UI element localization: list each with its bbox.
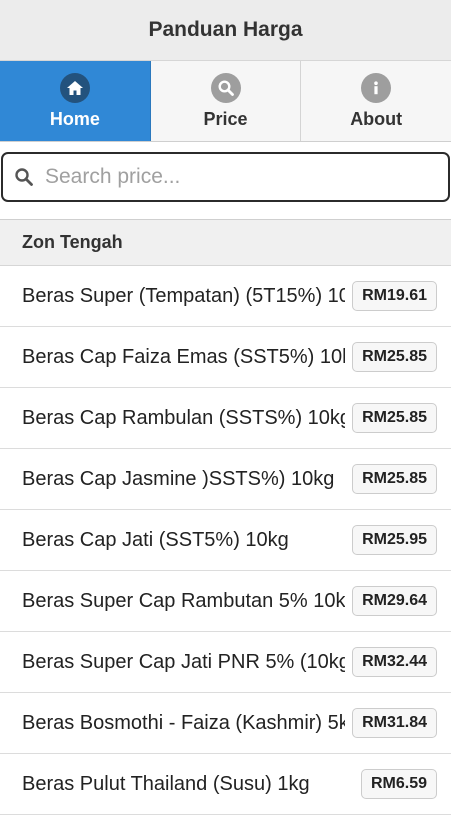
tab-price[interactable]: Price bbox=[150, 61, 302, 141]
list-item[interactable]: Beras Super Cap Jati PNR 5% (10kg) RM32.… bbox=[0, 632, 451, 693]
search-field[interactable] bbox=[1, 152, 450, 202]
item-name: Beras Super (Tempatan) (5T15%) 10kg bbox=[22, 284, 345, 307]
tab-home-label: Home bbox=[49, 108, 100, 129]
price-badge: RM32.44 bbox=[352, 647, 437, 677]
price-badge: RM25.85 bbox=[352, 342, 437, 372]
search-bar bbox=[0, 142, 451, 220]
section-header: Zon Tengah bbox=[0, 220, 451, 266]
search-icon bbox=[210, 72, 241, 103]
search-input[interactable] bbox=[39, 165, 448, 189]
app-header: Panduan Harga bbox=[0, 0, 451, 61]
section-title: Zon Tengah bbox=[22, 232, 123, 252]
price-badge: RM25.85 bbox=[352, 403, 437, 433]
home-icon bbox=[59, 72, 90, 103]
list-item[interactable]: Beras Super Cap Rambutan 5% 10kg RM29.64 bbox=[0, 571, 451, 632]
item-name: Beras Cap Faiza Emas (SST5%) 10kg bbox=[22, 345, 345, 368]
tab-about-label: About bbox=[350, 108, 403, 129]
item-name: Beras Super Cap Jati PNR 5% (10kg) bbox=[22, 650, 345, 673]
item-name: Beras Cap Jasmine )SSTS%) 10kg bbox=[22, 467, 335, 490]
item-name: Beras Cap Jati (SST5%) 10kg bbox=[22, 528, 289, 551]
list-item[interactable]: Beras Cap Jati (SST5%) 10kg RM25.95 bbox=[0, 510, 451, 571]
price-badge: RM31.84 bbox=[352, 708, 437, 738]
list-item[interactable]: Beras Pulut Thailand (Susu) 1kg RM6.59 bbox=[0, 754, 451, 815]
magnifier-icon bbox=[9, 164, 39, 190]
price-badge: RM19.61 bbox=[352, 281, 437, 311]
price-badge: RM6.59 bbox=[360, 769, 437, 799]
list-item[interactable]: Beras Cap Faiza Emas (SST5%) 10kg RM25.8… bbox=[0, 327, 451, 388]
tab-home[interactable]: Home bbox=[0, 61, 151, 141]
tab-price-label: Price bbox=[203, 108, 248, 129]
info-icon bbox=[361, 72, 392, 103]
item-name: Beras Bosmothi - Faiza (Kashmir) 5kg bbox=[22, 711, 345, 734]
list-item[interactable]: Beras Cap Rambulan (SSTS%) 10kg RM25.85 bbox=[0, 388, 451, 449]
page-title: Panduan Harga bbox=[148, 18, 303, 41]
item-name: Beras Pulut Thailand (Susu) 1kg bbox=[22, 772, 310, 795]
price-badge: RM25.85 bbox=[352, 464, 437, 494]
nav-bar: Home Price About bbox=[0, 61, 451, 142]
item-name: Beras Super Cap Rambutan 5% 10kg bbox=[22, 589, 345, 612]
price-badge: RM29.64 bbox=[352, 586, 437, 616]
tab-about[interactable]: About bbox=[301, 61, 451, 141]
price-badge: RM25.95 bbox=[352, 525, 437, 555]
price-list: Beras Super (Tempatan) (5T15%) 10kg RM19… bbox=[0, 266, 451, 815]
list-item[interactable]: Beras Cap Jasmine )SSTS%) 10kg RM25.85 bbox=[0, 449, 451, 510]
list-item[interactable]: Beras Bosmothi - Faiza (Kashmir) 5kg RM3… bbox=[0, 693, 451, 754]
item-name: Beras Cap Rambulan (SSTS%) 10kg bbox=[22, 406, 345, 429]
list-item[interactable]: Beras Super (Tempatan) (5T15%) 10kg RM19… bbox=[0, 266, 451, 327]
